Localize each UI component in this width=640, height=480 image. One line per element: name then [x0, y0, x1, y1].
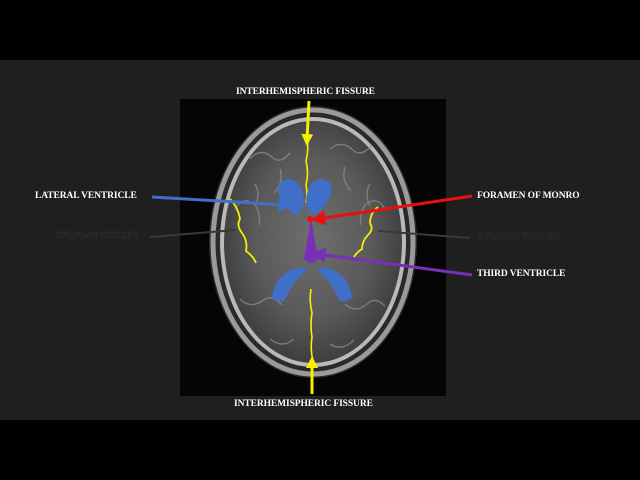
- label-interhemispheric-fissure-top: INTERHEMISPHERIC FISSURE: [236, 87, 375, 97]
- label-sylvian-fissure-right: SYLVIAN FISSURE: [478, 232, 561, 242]
- sylvian-right-arrow-faded: [377, 230, 471, 239]
- sylvian-left-arrow-faded: [149, 229, 237, 238]
- label-third-ventricle: THIRD VENTRICLE: [477, 269, 566, 279]
- interhemispheric-top-arrow: [301, 100, 314, 146]
- label-interhemispheric-fissure-bottom: INTERHEMISPHERIC FISSURE: [234, 399, 373, 409]
- label-sylvian-fissure-left: SYLVIAN FISSURE: [56, 231, 139, 241]
- bottom-letterbox: [0, 420, 640, 480]
- foramen-of-monro-arrow: [310, 194, 473, 226]
- label-foramen-of-monro: FORAMEN OF MONRO: [477, 191, 580, 201]
- lateral-ventricle-arrow: [151, 195, 294, 213]
- label-lateral-ventricle: LATERAL VENTRICLE: [35, 191, 137, 201]
- third-ventricle-arrow: [310, 247, 473, 277]
